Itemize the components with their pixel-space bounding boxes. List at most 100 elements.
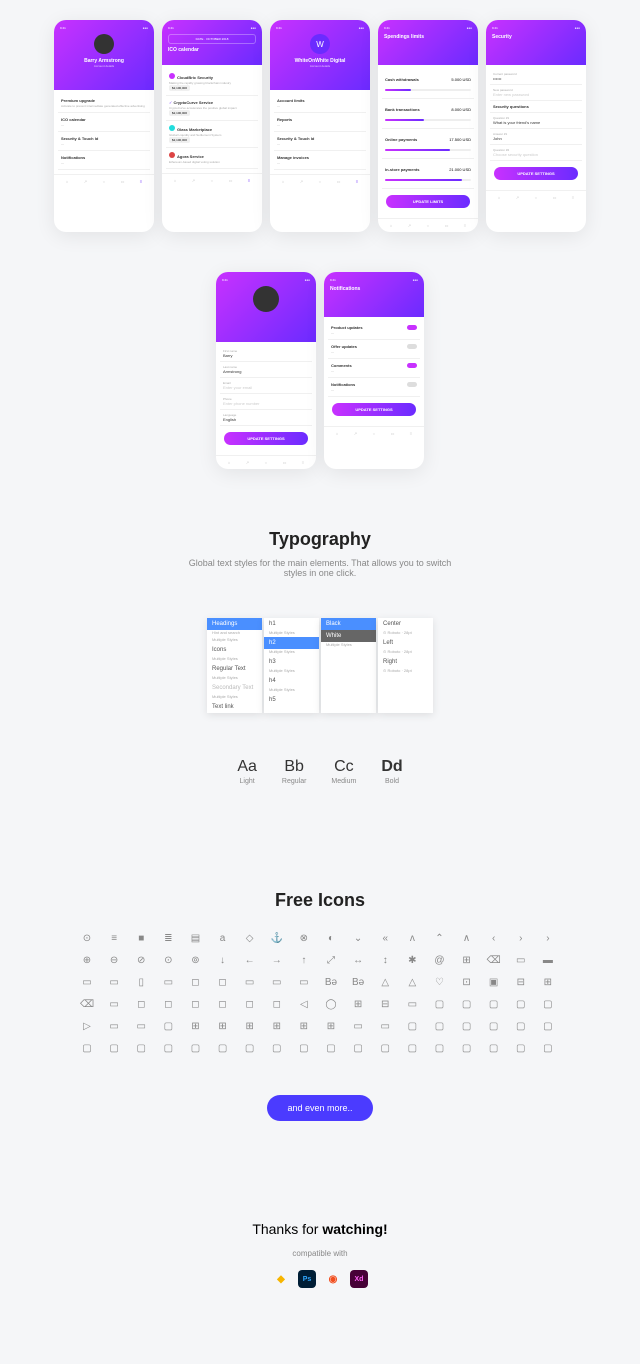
icon: ⌫ bbox=[80, 997, 94, 1011]
icon: ‹ bbox=[487, 931, 501, 945]
icon: Bə bbox=[351, 975, 365, 989]
icon: ⊙ bbox=[80, 931, 94, 945]
icon: ◐ bbox=[324, 931, 338, 945]
icon: ◻ bbox=[216, 997, 230, 1011]
icon: ↕ bbox=[378, 953, 392, 967]
icon: › bbox=[514, 931, 528, 945]
icon: ⊞ bbox=[351, 997, 365, 1011]
photoshop-icon: Ps bbox=[298, 1270, 316, 1288]
icon: ▭ bbox=[243, 975, 257, 989]
icons-section: Free Icons ⊙≡■≣▤a◇⚓⊗◐⌄«ᴧ⌃∧‹››⊕⊖⊘⊙⊚↓←→↑⤢↔… bbox=[0, 850, 640, 1161]
icon: ▢ bbox=[107, 1041, 121, 1055]
icon: ▢ bbox=[324, 1041, 338, 1055]
icon: ▭ bbox=[107, 997, 121, 1011]
icon: ▢ bbox=[432, 1041, 446, 1055]
list-item[interactable]: Notifications— bbox=[58, 151, 150, 170]
icon: ◯ bbox=[324, 997, 338, 1011]
icon: ▭ bbox=[161, 975, 175, 989]
menu-item[interactable]: Black bbox=[321, 618, 376, 630]
phone-security: 9:41●●● Security Current password•••••• … bbox=[486, 20, 586, 232]
list-item[interactable]: Manage invoices— bbox=[274, 151, 366, 170]
icon: ▣ bbox=[487, 975, 501, 989]
icon: △ bbox=[378, 975, 392, 989]
list-item[interactable]: Security & Touch Id— bbox=[274, 132, 366, 151]
icon: ⊞ bbox=[460, 953, 474, 967]
icon: ▯ bbox=[134, 975, 148, 989]
typography-section: Typography Global text styles for the ma… bbox=[0, 489, 640, 850]
icon: ◻ bbox=[161, 997, 175, 1011]
menu-item[interactable]: h2 bbox=[264, 637, 319, 649]
update-button[interactable]: UPDATE SETTINGS bbox=[224, 432, 308, 445]
list-item[interactable]: Agora ServiceEthereum-based digital voti… bbox=[166, 148, 258, 169]
update-button[interactable]: UPDATE SETTINGS bbox=[332, 403, 416, 416]
icon: ⚓ bbox=[270, 931, 284, 945]
icon: ▢ bbox=[80, 1041, 94, 1055]
figma-icon: ◉ bbox=[324, 1270, 342, 1288]
icon: ▷ bbox=[80, 1019, 94, 1033]
icon: ▭ bbox=[297, 975, 311, 989]
icon: ▢ bbox=[460, 997, 474, 1011]
avatar bbox=[94, 34, 114, 54]
icon: ▭ bbox=[514, 953, 528, 967]
list-item[interactable]: Account limits— bbox=[274, 94, 366, 113]
icon: ↔ bbox=[351, 953, 365, 967]
icon: ▢ bbox=[216, 1041, 230, 1055]
icon: ■ bbox=[134, 931, 148, 945]
toggle[interactable] bbox=[407, 344, 417, 349]
icon: ◻ bbox=[134, 997, 148, 1011]
icon: ▢ bbox=[378, 1041, 392, 1055]
icon: ⊞ bbox=[243, 1019, 257, 1033]
list-item[interactable]: CloudBric SecurityMaking the rapidly gro… bbox=[166, 69, 258, 96]
icon: Bə bbox=[324, 975, 338, 989]
icon: a bbox=[216, 931, 230, 945]
icon: ▢ bbox=[432, 1019, 446, 1033]
icon: ▢ bbox=[188, 1041, 202, 1055]
icon: ▭ bbox=[351, 1019, 365, 1033]
icon: ≡ bbox=[107, 931, 121, 945]
icon: ᴧ bbox=[405, 931, 419, 945]
section-heading: Free Icons bbox=[30, 890, 610, 911]
icon: › bbox=[541, 931, 555, 945]
icon: ◻ bbox=[188, 997, 202, 1011]
tool-icons: ◆ Ps ◉ Xd bbox=[20, 1270, 620, 1288]
icon: ▭ bbox=[80, 975, 94, 989]
icon: ⊞ bbox=[297, 1019, 311, 1033]
list-item[interactable]: Premium upgradeActivate to prevent inter… bbox=[58, 94, 150, 113]
toggle[interactable] bbox=[407, 325, 417, 330]
phone-header: 9:41●●● Barry Armstrong Account details bbox=[54, 20, 154, 90]
icon: ⊞ bbox=[188, 1019, 202, 1033]
icon: ▢ bbox=[460, 1019, 474, 1033]
toggle[interactable] bbox=[407, 382, 417, 387]
icon: @ bbox=[432, 953, 446, 967]
list-item[interactable]: Reports— bbox=[274, 113, 366, 132]
icon: ▢ bbox=[487, 997, 501, 1011]
icon: ▢ bbox=[541, 997, 555, 1011]
icon: ⊚ bbox=[188, 953, 202, 967]
phone-calendar: 9:41●●● DATE · OCTOBER 2018 ICO calendar… bbox=[162, 20, 262, 232]
toggle[interactable] bbox=[407, 363, 417, 368]
icon: ♡ bbox=[432, 975, 446, 989]
phone-notifications: 9:41●●● Notifications Product updates— O… bbox=[324, 272, 424, 469]
icon: ⊞ bbox=[324, 1019, 338, 1033]
icon: ⊙ bbox=[161, 953, 175, 967]
icon: ▢ bbox=[161, 1041, 175, 1055]
icon: ◁ bbox=[297, 997, 311, 1011]
icon: ▢ bbox=[134, 1041, 148, 1055]
icon: ▭ bbox=[107, 1019, 121, 1033]
menu-item[interactable]: Headings bbox=[207, 618, 262, 630]
list-item[interactable]: Glass MarketplaceGlobal Liquidity and Se… bbox=[166, 121, 258, 148]
icon: ◻ bbox=[270, 997, 284, 1011]
update-button[interactable]: UPDATE SETTINGS bbox=[494, 167, 578, 180]
icon: ▢ bbox=[541, 1019, 555, 1033]
icon: ▢ bbox=[351, 1041, 365, 1055]
phone-edit-profile: 9:41●●● First nameBarry Last nameArmstro… bbox=[216, 272, 316, 469]
icon: ← bbox=[243, 953, 257, 967]
list-item[interactable]: ✓ CryptoCurve ServiceCryptoCurve acceler… bbox=[166, 96, 258, 121]
xd-icon: Xd bbox=[350, 1270, 368, 1288]
more-button[interactable]: and even more.. bbox=[267, 1095, 372, 1121]
list-item[interactable]: Security & Touch Id— bbox=[58, 132, 150, 151]
icon: ▢ bbox=[270, 1041, 284, 1055]
phones-row-1: 9:41●●● Barry Armstrong Account details … bbox=[0, 0, 640, 252]
list-item[interactable]: ICO calendar— bbox=[58, 113, 150, 132]
update-button[interactable]: UPDATE LIMITS bbox=[386, 195, 470, 208]
